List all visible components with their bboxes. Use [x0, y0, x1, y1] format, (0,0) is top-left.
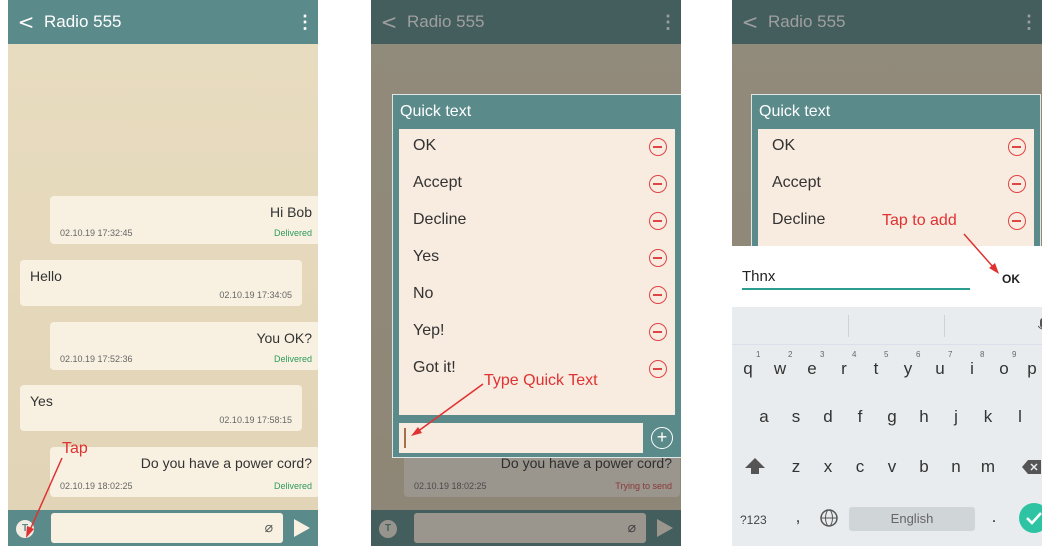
key-l[interactable]: l — [1010, 407, 1030, 427]
space-bar[interactable]: English — [849, 507, 975, 531]
microphone-icon[interactable] — [1038, 318, 1042, 334]
key-c[interactable]: c — [850, 457, 870, 477]
key-q[interactable]: q — [738, 359, 758, 379]
key-hint: 4 — [852, 350, 857, 359]
key-u[interactable]: u — [930, 359, 950, 379]
key-n[interactable]: n — [946, 457, 966, 477]
key-hint: 1 — [756, 350, 761, 359]
globe-icon[interactable] — [820, 509, 838, 527]
keyboard: 1 q 2 w 3 e 4 r 5 t 6 y 7 u 8 i 9 o p a … — [732, 307, 1042, 546]
key-comma[interactable]: , — [788, 507, 808, 527]
key-w[interactable]: w — [770, 359, 790, 379]
key-y[interactable]: y — [898, 359, 918, 379]
annotation-arrow — [411, 383, 484, 436]
key-b[interactable]: b — [914, 457, 934, 477]
key-hint: 2 — [788, 350, 793, 359]
key-x[interactable]: x — [818, 457, 838, 477]
divider — [944, 315, 945, 337]
key-t[interactable]: t — [866, 359, 886, 379]
screen-quick-text: < Radio 555 ⋮ Do you have a power cord? … — [371, 0, 681, 546]
key-hint: 6 — [916, 350, 921, 359]
key-hint: 3 — [820, 350, 825, 359]
screen-chat: < Radio 555 ⋮ Hi Bob 02.10.19 17:32:45 D… — [8, 0, 318, 546]
key-r[interactable]: r — [834, 359, 854, 379]
annotation-arrow — [26, 457, 63, 538]
backspace-icon[interactable] — [1022, 459, 1042, 475]
key-e[interactable]: e — [802, 359, 822, 379]
key-hint: 5 — [884, 350, 889, 359]
divider — [848, 315, 849, 337]
key-z[interactable]: z — [786, 457, 806, 477]
key-symbols[interactable]: ?123 — [740, 513, 767, 527]
key-v[interactable]: v — [882, 457, 902, 477]
check-icon[interactable] — [1018, 502, 1042, 534]
key-d[interactable]: d — [818, 407, 838, 427]
key-m[interactable]: m — [978, 457, 998, 477]
key-o[interactable]: o — [994, 359, 1014, 379]
key-i[interactable]: i — [962, 359, 982, 379]
key-h[interactable]: h — [914, 407, 934, 427]
key-hint: 7 — [948, 350, 953, 359]
key-s[interactable]: s — [786, 407, 806, 427]
key-f[interactable]: f — [850, 407, 870, 427]
key-a[interactable]: a — [754, 407, 774, 427]
suggestion-bar — [732, 307, 1042, 345]
key-j[interactable]: j — [946, 407, 966, 427]
key-hint: 9 — [1012, 350, 1017, 359]
key-p[interactable]: p — [1022, 359, 1042, 379]
key-k[interactable]: k — [978, 407, 998, 427]
screen-add-quick-text: < Radio 555 ⋮ Quick text OK Accept Decli… — [732, 0, 1042, 546]
shift-icon[interactable] — [744, 457, 766, 477]
key-g[interactable]: g — [882, 407, 902, 427]
key-hint: 8 — [980, 350, 985, 359]
key-period[interactable]: . — [984, 507, 1004, 527]
